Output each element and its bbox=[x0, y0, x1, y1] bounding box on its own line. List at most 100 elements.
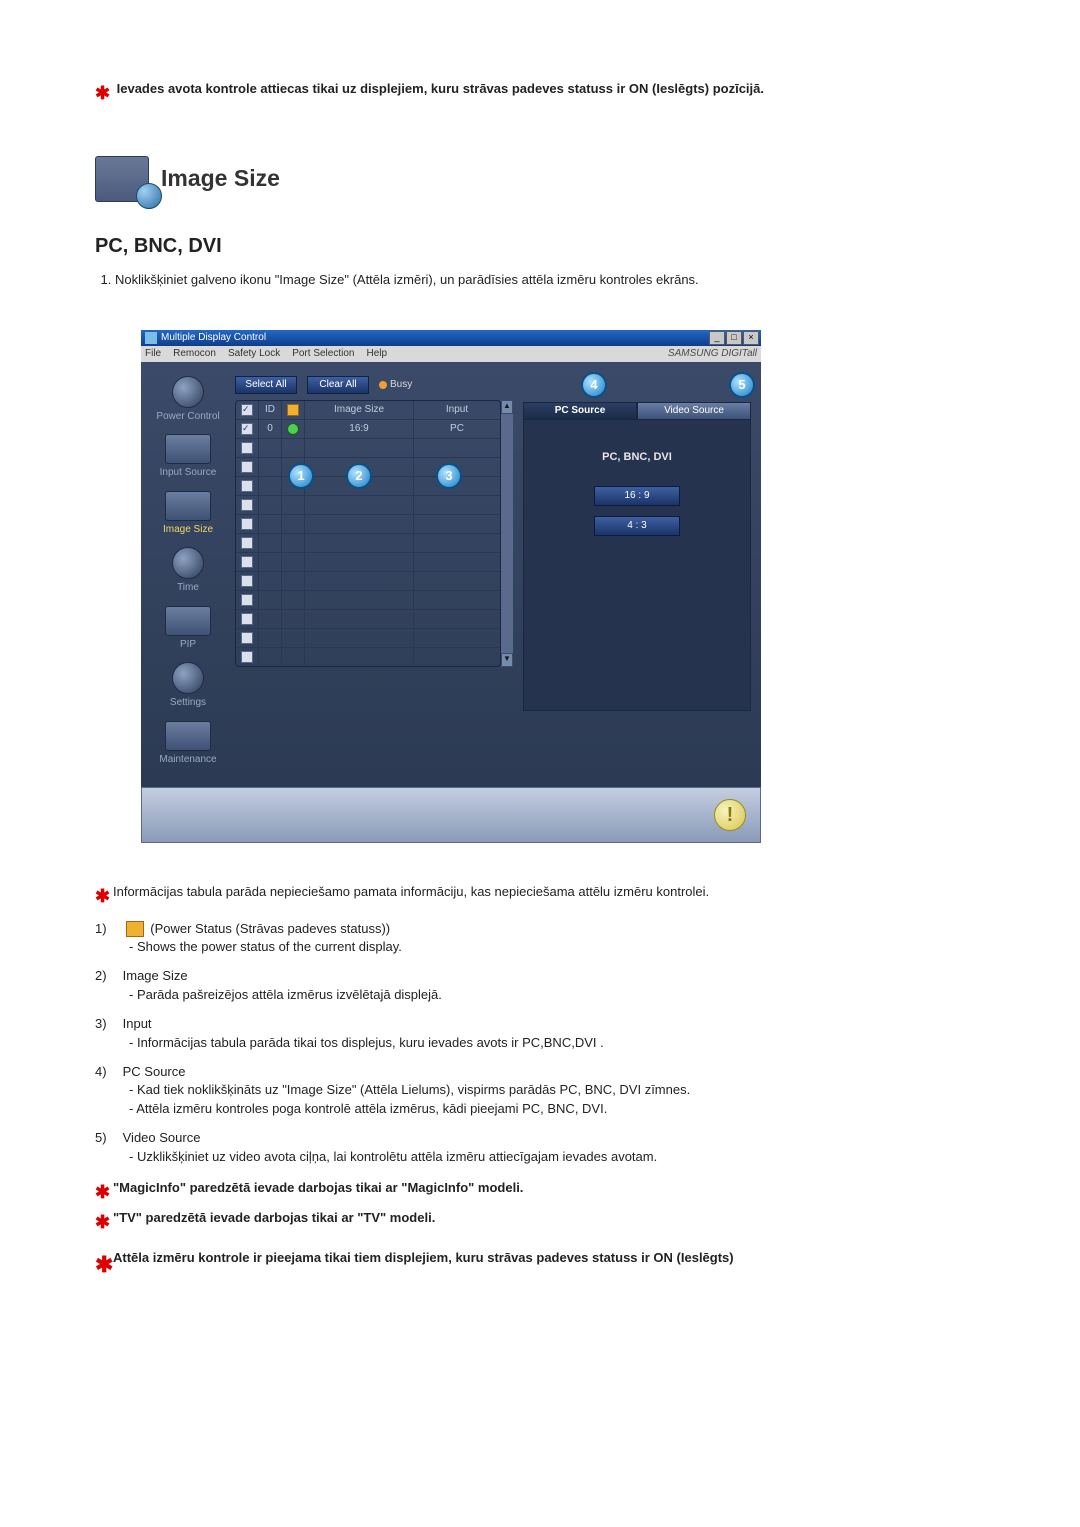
image-size-icon bbox=[165, 491, 211, 521]
tab-video-source[interactable]: Video Source bbox=[637, 402, 751, 420]
titlebar: Multiple Display Control _ □ × bbox=[141, 330, 761, 346]
table-row[interactable]: 0 16:9 PC bbox=[236, 420, 500, 439]
row-checkbox[interactable] bbox=[241, 537, 253, 549]
menu-help[interactable]: Help bbox=[366, 347, 387, 362]
menu-port-selection[interactable]: Port Selection bbox=[292, 347, 354, 362]
item-3: 3) Input - Informācijas tabula parāda ti… bbox=[95, 1015, 985, 1053]
row-checkbox[interactable] bbox=[241, 480, 253, 492]
section-header: Image Size bbox=[95, 156, 985, 202]
power-icon bbox=[172, 376, 204, 408]
sidebar-label-maint: Maintenance bbox=[159, 753, 216, 768]
app-icon bbox=[145, 332, 157, 344]
tab-pc-source[interactable]: PC Source bbox=[523, 402, 637, 420]
display-table: ID Image Size Input 0 16:9 PC bbox=[235, 400, 501, 667]
cell-size: 16:9 bbox=[305, 420, 414, 438]
maximize-button[interactable]: □ bbox=[726, 331, 742, 345]
minimize-button[interactable]: _ bbox=[709, 331, 725, 345]
brand-label: SAMSUNG DIGITall bbox=[668, 347, 757, 362]
top-note-text: Ievades avota kontrole attiecas tikai uz… bbox=[117, 80, 985, 99]
sidebar-item-pip[interactable]: PIP bbox=[165, 606, 211, 653]
app-sidebar: Power Control Input Source Image Size Ti… bbox=[141, 376, 235, 778]
clear-all-button[interactable]: Clear All bbox=[307, 376, 369, 394]
header-checkbox[interactable] bbox=[241, 404, 253, 416]
item-3-number: 3) bbox=[95, 1015, 119, 1034]
cell-id: 0 bbox=[259, 420, 282, 438]
cell-input: PC bbox=[414, 420, 500, 438]
item-4-sub1: - Kad tiek noklikšķināts uz "Image Size"… bbox=[129, 1081, 985, 1100]
ratio-4-3-button[interactable]: 4 : 3 bbox=[594, 516, 680, 536]
info-icon[interactable]: ! bbox=[714, 799, 746, 831]
monitor-icon bbox=[95, 156, 149, 202]
sidebar-item-input[interactable]: Input Source bbox=[160, 434, 217, 481]
callout-badge-2: 2 bbox=[346, 463, 372, 489]
row-checkbox[interactable] bbox=[241, 556, 253, 568]
asterisk-icon: ✱ bbox=[95, 1249, 113, 1281]
sub-heading: PC, BNC, DVI bbox=[95, 232, 985, 261]
sidebar-item-maintenance[interactable]: Maintenance bbox=[159, 721, 216, 768]
time-icon bbox=[172, 547, 204, 579]
row-checkbox[interactable] bbox=[241, 518, 253, 530]
asterisk-icon: ✱ bbox=[95, 883, 113, 909]
row-checkbox[interactable] bbox=[241, 575, 253, 587]
item-3-sub: - Informācijas tabula parāda tikai tos d… bbox=[129, 1034, 985, 1053]
table-row bbox=[236, 629, 500, 648]
item-4: 4) PC Source - Kad tiek noklikšķināts uz… bbox=[95, 1063, 985, 1120]
table-row bbox=[236, 439, 500, 458]
close-button[interactable]: × bbox=[743, 331, 759, 345]
ratio-16-9-button[interactable]: 16 : 9 bbox=[594, 486, 680, 506]
sidebar-label-power: Power Control bbox=[156, 410, 219, 425]
row-checkbox[interactable] bbox=[241, 632, 253, 644]
item-2-title: Image Size bbox=[123, 968, 188, 983]
sidebar-item-power[interactable]: Power Control bbox=[156, 376, 219, 425]
col-id: ID bbox=[259, 401, 282, 419]
scroll-up-icon[interactable]: ▲ bbox=[501, 400, 513, 414]
callout-badge-3: 3 bbox=[436, 463, 462, 489]
item-1-text: (Power Status (Strāvas padeves statuss)) bbox=[150, 921, 390, 936]
bold-note-magicinfo-text: "MagicInfo" paredzētā ievade darbojas ti… bbox=[113, 1179, 985, 1205]
desc-star-1: ✱ Informācijas tabula parāda nepieciešam… bbox=[95, 883, 985, 909]
pip-icon bbox=[165, 606, 211, 636]
window-title: Multiple Display Control bbox=[161, 331, 266, 346]
row-checkbox[interactable] bbox=[241, 499, 253, 511]
source-tabs: PC Source Video Source bbox=[523, 402, 751, 420]
app-window: Multiple Display Control _ □ × File Remo… bbox=[141, 330, 761, 844]
right-block: 4 5 PC Source Video Source PC, BNC, DVI … bbox=[523, 376, 751, 778]
panel-heading: PC, BNC, DVI bbox=[554, 450, 720, 466]
row-checkbox[interactable] bbox=[241, 423, 253, 435]
select-all-button[interactable]: Select All bbox=[235, 376, 297, 394]
menu-safety-lock[interactable]: Safety Lock bbox=[228, 347, 280, 362]
busy-label: Busy bbox=[390, 378, 412, 393]
asterisk-icon: ✱ bbox=[95, 80, 113, 106]
menu-remocon[interactable]: Remocon bbox=[173, 347, 216, 362]
busy-indicator: Busy bbox=[379, 378, 412, 393]
callout-badge-5: 5 bbox=[729, 372, 755, 398]
row-checkbox[interactable] bbox=[241, 651, 253, 663]
item-5-title: Video Source bbox=[123, 1130, 201, 1145]
callout-badge-1: 1 bbox=[288, 463, 314, 489]
table-header: ID Image Size Input bbox=[236, 401, 500, 420]
item-1: 1) (Power Status (Strāvas padeves status… bbox=[95, 920, 985, 958]
item-4-sub2: - Attēla izmēru kontroles poga kontrolē … bbox=[129, 1100, 985, 1119]
table-row bbox=[236, 534, 500, 553]
sidebar-item-image-size[interactable]: Image Size bbox=[163, 491, 213, 538]
menu-file[interactable]: File bbox=[145, 347, 161, 362]
sidebar-item-settings[interactable]: Settings bbox=[170, 662, 206, 711]
table-row bbox=[236, 515, 500, 534]
scrollbar[interactable]: ▲ ▼ bbox=[501, 400, 513, 667]
section-title: Image Size bbox=[161, 162, 280, 195]
item-2-sub: - Parāda pašreizējos attēla izmērus izvē… bbox=[129, 986, 985, 1005]
scroll-track[interactable] bbox=[501, 414, 513, 653]
row-checkbox[interactable] bbox=[241, 613, 253, 625]
table-row bbox=[236, 591, 500, 610]
power-on-icon bbox=[287, 423, 299, 435]
scroll-down-icon[interactable]: ▼ bbox=[501, 653, 513, 667]
power-header-icon bbox=[287, 404, 299, 416]
row-checkbox[interactable] bbox=[241, 461, 253, 473]
row-checkbox[interactable] bbox=[241, 594, 253, 606]
item-2-number: 2) bbox=[95, 967, 119, 986]
bold-note-on: ✱ Attēla izmēru kontrole ir pieejama tik… bbox=[95, 1249, 985, 1281]
table-row bbox=[236, 648, 500, 666]
main-panel: Select All Clear All Busy ID bbox=[235, 376, 751, 778]
sidebar-item-time[interactable]: Time bbox=[172, 547, 204, 596]
row-checkbox[interactable] bbox=[241, 442, 253, 454]
